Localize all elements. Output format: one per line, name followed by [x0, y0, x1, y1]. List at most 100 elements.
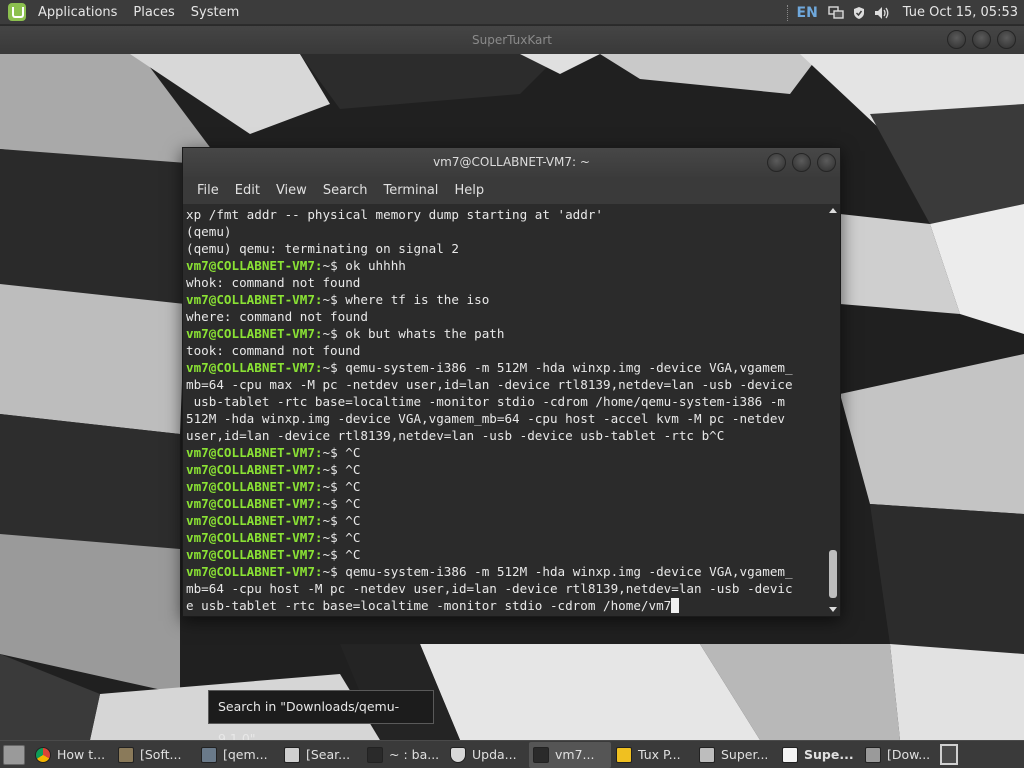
- taskbar-item-label: Tux P...: [638, 747, 681, 762]
- terminal-line-text: took: command not found: [186, 343, 361, 358]
- taskbar-item[interactable]: How t...: [31, 742, 113, 768]
- terminal-line-text: (qemu): [186, 224, 232, 239]
- taskbar-item-label: Super...: [721, 747, 769, 762]
- terminal-line: vm7@COLLABNET-VM7:~$ qemu-system-i386 -m…: [186, 359, 826, 376]
- terminal-line: (qemu) qemu: terminating on signal 2: [186, 240, 826, 257]
- panel-menu: Applications Places System: [30, 0, 247, 25]
- taskbar-item[interactable]: [Soft...: [114, 742, 196, 768]
- terminal-line: xp /fmt addr -- physical memory dump sta…: [186, 206, 826, 223]
- terminal-title: vm7@COLLABNET-VM7: ~: [433, 155, 590, 169]
- system-tray: EN Tue Oct 15, 05:53: [786, 0, 1024, 25]
- package-manager-icon: [201, 746, 217, 763]
- volume-icon[interactable]: [874, 6, 890, 20]
- terminal-line: vm7@COLLABNET-VM7:~$ ok uhhhh: [186, 257, 826, 274]
- scroll-down-arrow-icon[interactable]: [829, 607, 837, 612]
- taskbar-item-label: [Sear...: [306, 747, 351, 762]
- terminal-titlebar[interactable]: vm7@COLLABNET-VM7: ~: [183, 148, 840, 177]
- scroll-up-arrow-icon[interactable]: [829, 208, 837, 213]
- terminal-line: 512M -hda winxp.img -device VGA,vgamem_m…: [186, 410, 826, 427]
- terminal-maximize-button[interactable]: [792, 153, 811, 172]
- taskbar-item[interactable]: ~ : ba...: [363, 742, 445, 768]
- terminal-line: usb-tablet -rtc base=localtime -monitor …: [186, 393, 826, 410]
- taskbar-item-label: Supe...: [804, 747, 854, 762]
- window-icon: [782, 746, 798, 763]
- shell-prompt: vm7@COLLABNET-VM7:: [186, 292, 323, 307]
- menu-search[interactable]: Search: [315, 183, 376, 198]
- maximize-button[interactable]: [972, 30, 991, 49]
- terminal-line: vm7@COLLABNET-VM7:~$ qemu-system-i386 -m…: [186, 563, 826, 580]
- shell-prompt: vm7@COLLABNET-VM7:: [186, 513, 323, 528]
- taskbar-item[interactable]: [Sear...: [280, 742, 362, 768]
- terminal-icon: [367, 746, 383, 763]
- menu-view[interactable]: View: [268, 183, 315, 198]
- terminal-output[interactable]: xp /fmt addr -- physical memory dump sta…: [183, 204, 840, 616]
- supertuxkart-titlebar[interactable]: SuperTuxKart: [0, 26, 1024, 54]
- workspace-switcher[interactable]: [940, 744, 958, 765]
- menu-places[interactable]: Places: [125, 5, 182, 20]
- terminal-line-text: ~$ ^C: [322, 530, 361, 545]
- terminal-scrollbar[interactable]: [828, 204, 838, 616]
- mint-menu-icon[interactable]: [8, 3, 26, 21]
- terminal-line-text: ~$ ^C: [322, 496, 361, 511]
- menu-edit[interactable]: Edit: [227, 183, 268, 198]
- terminal-line: vm7@COLLABNET-VM7:~$ where tf is the iso: [186, 291, 826, 308]
- terminal-line-text: (qemu) qemu: terminating on signal 2: [186, 241, 459, 256]
- terminal-line: mb=64 -cpu max -M pc -netdev user,id=lan…: [186, 376, 826, 393]
- terminal-line: where: command not found: [186, 308, 826, 325]
- taskbar-item[interactable]: Supe...: [778, 742, 860, 768]
- shell-prompt: vm7@COLLABNET-VM7:: [186, 547, 323, 562]
- menu-file[interactable]: File: [189, 183, 227, 198]
- menu-help[interactable]: Help: [446, 183, 492, 198]
- show-desktop-button[interactable]: [3, 744, 25, 765]
- shell-prompt: vm7@COLLABNET-VM7:: [186, 258, 323, 273]
- settings-icon: [699, 746, 715, 763]
- taskbar-item-label: Upda...: [472, 747, 517, 762]
- terminal-line-text: ~$ qemu-system-i386 -m 512M -hda winxp.i…: [322, 360, 793, 375]
- clock[interactable]: Tue Oct 15, 05:53: [903, 5, 1018, 20]
- scrollbar-thumb[interactable]: [829, 550, 837, 598]
- terminal-line-text: user,id=lan -device rtl8139,netdev=lan -…: [186, 428, 725, 443]
- shell-prompt: vm7@COLLABNET-VM7:: [186, 479, 323, 494]
- terminal-line: vm7@COLLABNET-VM7:~$ ^C: [186, 495, 826, 512]
- terminal-minimize-button[interactable]: [767, 153, 786, 172]
- taskbar-item-label: vm7...: [555, 747, 595, 762]
- terminal-line: (qemu): [186, 223, 826, 240]
- terminal-line-text: 512M -hda winxp.img -device VGA,vgamem_m…: [186, 411, 785, 426]
- taskbar-item[interactable]: [qem...: [197, 742, 279, 768]
- terminal-line-text: ~$ qemu-system-i386 -m 512M -hda winxp.i…: [322, 564, 793, 579]
- keyboard-layout-indicator[interactable]: EN: [797, 5, 818, 21]
- text-cursor: [671, 598, 680, 613]
- taskbar-item-label: [Dow...: [887, 747, 931, 762]
- folder-icon: [865, 746, 881, 763]
- taskbar-item[interactable]: Upda...: [446, 742, 528, 768]
- shell-prompt: vm7@COLLABNET-VM7:: [186, 462, 323, 477]
- tray-separator: [786, 4, 789, 21]
- taskbar-item[interactable]: Tux P...: [612, 742, 694, 768]
- terminal-line-text: ~$ ok uhhhh: [322, 258, 406, 273]
- network-icon[interactable]: [828, 5, 844, 20]
- close-button[interactable]: [997, 30, 1016, 49]
- minimize-button[interactable]: [947, 30, 966, 49]
- shield-icon[interactable]: [851, 6, 867, 20]
- taskbar-item-label: ~ : ba...: [389, 747, 440, 762]
- terminal-line-text: ~$ ^C: [322, 479, 361, 494]
- taskbar-item[interactable]: Super...: [695, 742, 777, 768]
- package-icon: [118, 746, 134, 763]
- supertuxkart-title: SuperTuxKart: [471, 33, 553, 47]
- shield-icon: [450, 746, 466, 763]
- terminal-line: vm7@COLLABNET-VM7:~$ ^C: [186, 461, 826, 478]
- terminal-line-text: ~$ ^C: [322, 547, 361, 562]
- terminal-line: vm7@COLLABNET-VM7:~$ ^C: [186, 478, 826, 495]
- file-icon: [284, 746, 300, 763]
- taskbar-item-label: [Soft...: [140, 747, 182, 762]
- terminal-close-button[interactable]: [817, 153, 836, 172]
- terminal-line-text: e usb-tablet -rtc base=localtime -monito…: [186, 598, 672, 613]
- menu-applications[interactable]: Applications: [30, 5, 125, 20]
- supertuxkart-window-buttons: [947, 30, 1016, 49]
- menu-system[interactable]: System: [183, 5, 247, 20]
- taskbar: How t... [Soft... [qem... [Sear... ~ : ba...…: [0, 740, 1024, 768]
- taskbar-item[interactable]: [Dow...: [861, 742, 943, 768]
- taskbar-tooltip: Search in "Downloads/qemu-9.1.0": [208, 690, 434, 746]
- taskbar-item[interactable]: vm7...: [529, 741, 611, 768]
- menu-terminal[interactable]: Terminal: [375, 183, 446, 198]
